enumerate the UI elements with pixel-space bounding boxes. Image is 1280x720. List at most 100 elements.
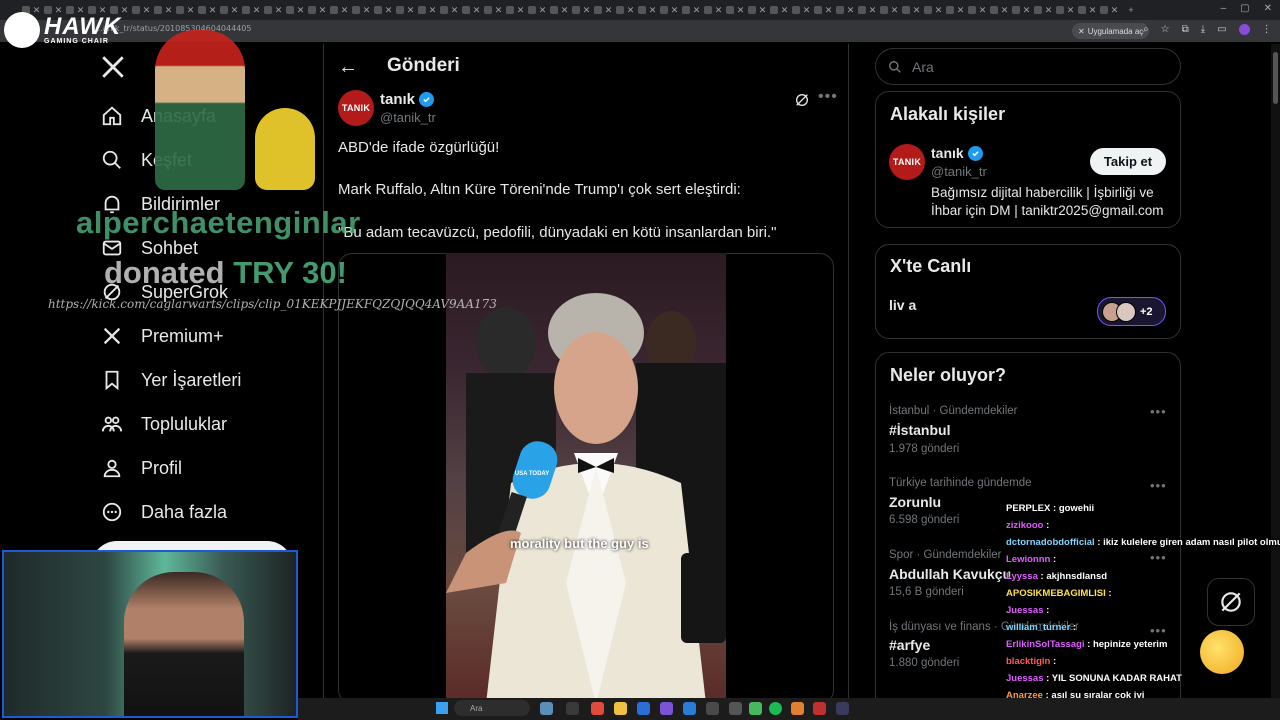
app-icon[interactable] [749, 702, 762, 715]
app-icon[interactable] [706, 702, 719, 715]
browser-tab[interactable]: ✕ [1076, 3, 1098, 17]
browser-tab[interactable]: ✕ [746, 3, 768, 17]
task-view-icon[interactable] [566, 702, 579, 715]
zoom-icon[interactable]: ⌕ [1143, 24, 1149, 35]
nav-item-premium[interactable]: Premium+ [100, 321, 224, 351]
browser-tab[interactable]: ✕ [900, 3, 922, 17]
app-icon[interactable] [683, 702, 696, 715]
maximize-icon[interactable]: ▢ [1240, 3, 1249, 14]
new-tab-button[interactable]: + [1120, 3, 1142, 17]
nav-item-profile[interactable]: Profil [100, 453, 182, 483]
browser-tab[interactable]: ✕ [1054, 3, 1076, 17]
scrollbar[interactable] [1271, 44, 1280, 704]
browser-tab[interactable]: ✕ [394, 3, 416, 17]
spotify-icon[interactable] [769, 702, 782, 715]
browser-tab[interactable]: ✕ [284, 3, 306, 17]
browser-tab[interactable]: ✕ [372, 3, 394, 17]
browser-tab[interactable]: ✕ [988, 3, 1010, 17]
browser-tab[interactable]: ✕ [724, 3, 746, 17]
chat-username[interactable]: Juessas [1006, 605, 1044, 616]
grok-floating-button[interactable] [1207, 578, 1255, 626]
close-icon[interactable]: ✕ [1264, 3, 1272, 14]
browser-tab[interactable]: ✕ [592, 3, 614, 17]
browser-tab[interactable]: ✕ [174, 3, 196, 17]
author-avatar[interactable]: TANIK [338, 90, 374, 126]
app-icon[interactable] [836, 702, 849, 715]
x-logo-icon[interactable] [100, 54, 126, 80]
browser-tab[interactable]: ✕ [482, 3, 504, 17]
chat-username[interactable]: william_turner [1006, 622, 1070, 633]
chat-username[interactable]: zizikooo [1006, 520, 1043, 531]
browser-tab[interactable]: ✕ [944, 3, 966, 17]
trend-name[interactable]: Abdullah Kavukçu [889, 566, 1011, 582]
browser-tab[interactable]: ✕ [350, 3, 372, 17]
profile-avatar[interactable] [1238, 24, 1250, 35]
chat-username[interactable]: ErlikinSolTassagi [1006, 639, 1085, 650]
browser-tab[interactable]: ✕ [834, 3, 856, 17]
menu-icon[interactable]: ⋮ [1262, 24, 1272, 35]
browser-tab[interactable]: ✕ [240, 3, 262, 17]
trend-name[interactable]: Zorunlu [889, 494, 941, 510]
browser-tab[interactable]: ✕ [130, 3, 152, 17]
browser-tab[interactable]: ✕ [856, 3, 878, 17]
download-icon[interactable]: ⤓ [1201, 24, 1205, 35]
nav-item-communities[interactable]: Topluluklar [100, 409, 227, 439]
browser-tab[interactable]: ✕ [504, 3, 526, 17]
browser-tab[interactable]: ✕ [1032, 3, 1054, 17]
trend-name[interactable]: #İstanbul [889, 422, 950, 438]
browser-tab[interactable]: ✕ [438, 3, 460, 17]
open-in-app-button[interactable]: ✕ Uygulamada aç [1072, 23, 1150, 39]
browser-tab[interactable]: ✕ [966, 3, 988, 17]
chat-username[interactable]: Lewionnn [1006, 554, 1050, 565]
trend-more-icon[interactable]: ••• [1150, 404, 1167, 419]
chat-username[interactable]: blacktigin [1006, 656, 1050, 667]
browser-tab[interactable]: ✕ [922, 3, 944, 17]
taskbar-search[interactable]: Ara [454, 700, 530, 716]
browser-tab[interactable]: ✕ [1010, 3, 1032, 17]
trend-name[interactable]: #arfye [889, 637, 930, 653]
edge-icon[interactable] [637, 702, 650, 715]
browser-tab[interactable]: ✕ [636, 3, 658, 17]
trend-more-icon[interactable]: ••• [1150, 550, 1167, 565]
browser-tab[interactable]: ✕ [548, 3, 570, 17]
author-name[interactable]: tanık [380, 91, 435, 108]
browser-tab[interactable]: ✕ [658, 3, 680, 17]
browser-tab[interactable]: ✕ [328, 3, 350, 17]
nav-item-more[interactable]: Daha fazla [100, 497, 227, 527]
browser-tab[interactable]: ✕ [460, 3, 482, 17]
live-listeners-badge[interactable]: +2 [1097, 297, 1166, 326]
sidebar-icon[interactable]: ▭ [1217, 24, 1226, 35]
app-icon[interactable] [729, 702, 742, 715]
browser-tab[interactable]: ✕ [1098, 3, 1120, 17]
browser-tab[interactable]: ✕ [570, 3, 592, 17]
grok-icon[interactable] [794, 92, 810, 113]
browser-tab[interactable]: ✕ [152, 3, 174, 17]
tweet-video[interactable] [446, 253, 726, 704]
follow-button[interactable]: Takip et [1090, 148, 1166, 175]
weather-icon[interactable] [540, 702, 553, 715]
browser-tab[interactable]: ✕ [262, 3, 284, 17]
browser-tab[interactable]: ✕ [790, 3, 812, 17]
scrollbar-thumb[interactable] [1273, 52, 1278, 104]
back-arrow-icon[interactable]: ← [338, 56, 358, 79]
browser-tab[interactable]: ✕ [416, 3, 438, 17]
related-handle[interactable]: @tanik_tr [931, 164, 987, 179]
browser-tab[interactable]: ✕ [196, 3, 218, 17]
trend-more-icon[interactable]: ••• [1150, 478, 1167, 493]
browser-tab[interactable]: ✕ [702, 3, 724, 17]
discord-icon[interactable] [660, 702, 673, 715]
live-host[interactable]: liv a [889, 297, 916, 313]
browser-tab[interactable]: ✕ [812, 3, 834, 17]
browser-tab[interactable]: ✕ [680, 3, 702, 17]
related-avatar[interactable]: TANIK [889, 144, 925, 180]
browser-tab[interactable]: ✕ [306, 3, 328, 17]
browser-tab[interactable]: ✕ [878, 3, 900, 17]
browser-tab[interactable]: ✕ [768, 3, 790, 17]
chrome-icon[interactable] [591, 702, 604, 715]
file-explorer-icon[interactable] [614, 702, 627, 715]
extensions-icon[interactable]: ⧉ [1182, 24, 1189, 35]
chat-username[interactable]: Juessas [1006, 673, 1044, 684]
browser-tab[interactable]: ✕ [614, 3, 636, 17]
more-options-icon[interactable]: ••• [818, 88, 838, 106]
star-icon[interactable]: ☆ [1161, 24, 1170, 35]
